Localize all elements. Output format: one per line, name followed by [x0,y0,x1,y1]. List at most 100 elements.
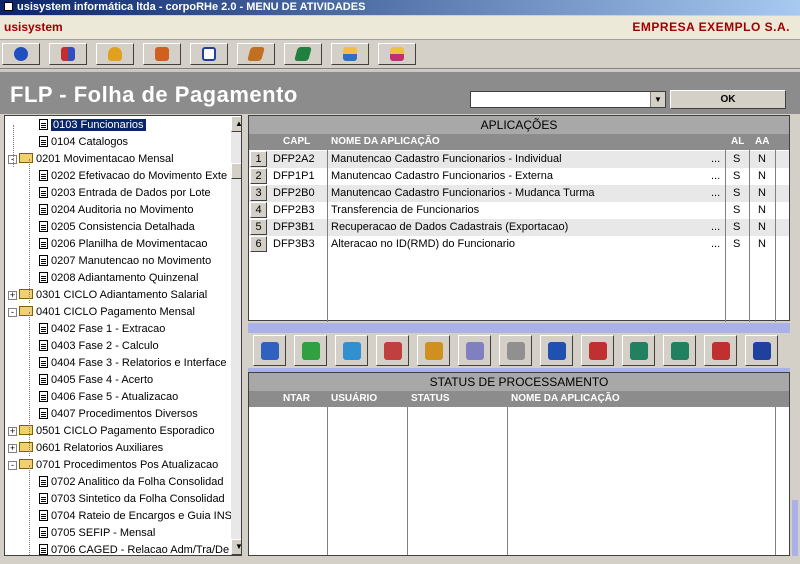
doc-export-button[interactable] [622,335,655,366]
expand-icon[interactable]: + [8,444,17,453]
document-icon [39,374,48,385]
module-combo[interactable]: ▼ [470,91,666,108]
capl-cell: DFP2A2 [273,153,315,165]
tree-item[interactable]: 0207 Manutencao no Movimento [39,253,211,270]
tree-item[interactable]: 0205 Consistencia Detalhada [39,219,195,236]
report-button[interactable] [190,43,228,65]
aa-cell: N [758,170,766,182]
chevron-down-icon[interactable]: ▼ [650,92,665,107]
app-icon [4,2,13,11]
table-row[interactable]: 3 DFP2B0 Manutencao Cadastro Funcionarios … [249,185,789,202]
expand-icon[interactable]: + [8,427,17,436]
scroll-thumb[interactable] [231,163,241,179]
book-icon [247,47,265,61]
row-number: 1 [250,151,267,167]
table-row[interactable]: 5 DFP3B1 Recuperacao de Dados Cadastrais (… [249,219,789,236]
row-number: 6 [250,236,267,252]
expand-icon[interactable]: + [8,291,17,300]
aa-cell: N [758,187,766,199]
ok-button[interactable]: OK [670,90,786,109]
tree-button[interactable] [253,335,286,366]
users-button[interactable] [49,43,87,65]
tree-item[interactable]: 0208 Adiantamento Quinzenal [39,270,198,287]
capl-cell: DFP2B3 [273,204,315,216]
tree-item-label: 0104 Catalogos [51,136,129,148]
details-ellipsis[interactable]: ... [711,236,720,252]
scroll-down-icon[interactable]: ▼ [231,539,241,555]
document-icon [39,204,48,215]
network-button[interactable] [331,43,369,65]
printer-icon [506,341,525,360]
tree-connector [29,312,30,456]
details-ellipsis[interactable]: ... [711,219,720,235]
tree-item[interactable]: 0407 Procedimentos Diversos [39,406,198,423]
tree-add-button[interactable] [294,335,327,366]
book-green-icon [294,47,312,61]
tree-item[interactable]: 0206 Planilha de Movimentacao [39,236,208,253]
schedule-button[interactable] [376,335,409,366]
tree-item[interactable]: 0202 Efetivacao do Movimento Exte [39,168,227,185]
calculator-button[interactable] [417,335,450,366]
tree-item[interactable]: 0103 Funcionarios [39,117,146,134]
tree-connector [13,125,14,167]
tree-item[interactable]: 0204 Auditoria no Movimento [39,202,193,219]
tree-add-icon [301,341,320,360]
tree-item[interactable]: 0104 Catalogos [39,134,128,151]
hand-icon [108,47,122,61]
table-row[interactable]: 6 DFP3B3 Alteracao no ID(RMD) do Funcionar… [249,236,789,253]
tree-item-label: 0406 Fase 5 - Atualizacao [51,391,179,403]
printer-button[interactable] [499,335,532,366]
tree-item[interactable]: 0703 Sintetico da Folha Consolidad [39,491,225,508]
users-icon [61,47,75,61]
folder-open-icon [19,459,33,469]
table-row[interactable]: 1 DFP2A2 Manutencao Cadastro Funcionarios … [249,151,789,168]
details-ellipsis[interactable]: ... [711,151,720,167]
tree-item[interactable]: 0403 Fase 2 - Calculo [39,338,159,355]
table-row[interactable]: 4 DFP2B3 Transferencia de Funcionarios S N [249,202,789,219]
tree-item-label: 0704 Rateio de Encargos e Guia INS [51,510,233,522]
network2-button[interactable] [378,43,416,65]
exit-button[interactable] [143,43,181,65]
collapse-icon[interactable]: - [8,308,17,317]
refresh-button[interactable] [335,335,368,366]
tree-item[interactable]: - 0401 CICLO Pagamento Mensal [8,304,195,321]
tree-item[interactable]: 0706 CAGED - Relacao Adm/Tra/De [39,542,229,555]
tree-item[interactable]: 0203 Entrada de Dados por Lote [39,185,211,202]
document-icon [39,391,48,402]
tree-item[interactable]: 0405 Fase 4 - Acerto [39,372,153,389]
name-cell: Manutencao Cadastro Funcionarios - Mudan… [331,187,595,199]
move-down-button[interactable] [581,335,614,366]
hand-button[interactable] [96,43,134,65]
tree-item[interactable]: 0705 SEFIP - Mensal [39,525,155,542]
upload-doc-button[interactable] [540,335,573,366]
document-icon [39,238,48,249]
tree-item[interactable]: +0501 CICLO Pagamento Esporadico [8,423,215,440]
doc-import-button[interactable] [663,335,696,366]
book-button[interactable] [237,43,275,65]
details-ellipsis[interactable]: ... [711,168,720,184]
al-cell: S [733,238,741,250]
activity-tree: 0103 Funcionarios 0104 Catalogos -0201 Mov… [4,115,242,556]
tree-item[interactable]: 0402 Fase 1 - Extracao [39,321,165,338]
cd-button[interactable] [458,335,491,366]
document-icon [39,187,48,198]
tree-scrollbar[interactable]: ▲ ▼ [231,116,241,555]
tree-item[interactable]: 0702 Analitico da Folha Consolidad [39,474,223,491]
tree-item[interactable]: +0301 CICLO Adiantamento Salarial [8,287,207,304]
scroll-up-icon[interactable]: ▲ [231,116,241,132]
tree-item[interactable]: 0406 Fase 5 - Atualizacao [39,389,178,406]
details-ellipsis[interactable]: ... [711,185,720,201]
tree-item[interactable]: -0201 Movimentacao Mensal [8,151,174,168]
collapse-icon[interactable]: - [8,461,17,470]
tree-item[interactable]: - 0701 Procedimentos Pos Atualizacao [8,457,218,474]
tree-item[interactable]: 0404 Fase 3 - Relatorios e Interface [39,355,226,372]
back-button[interactable] [2,43,40,65]
folder-icon [19,289,33,299]
book-green-button[interactable] [284,43,322,65]
word-doc-button[interactable] [745,335,778,366]
table-row[interactable]: 2 DFP1P1 Manutencao Cadastro Funcionarios … [249,168,789,185]
move-up-button[interactable] [704,335,737,366]
tree-item[interactable]: 0704 Rateio de Encargos e Guia INS [39,508,232,525]
company-label: EMPRESA EXEMPLO S.A. [632,20,790,34]
tree-item[interactable]: +0601 Relatorios Auxiliares [8,440,163,457]
